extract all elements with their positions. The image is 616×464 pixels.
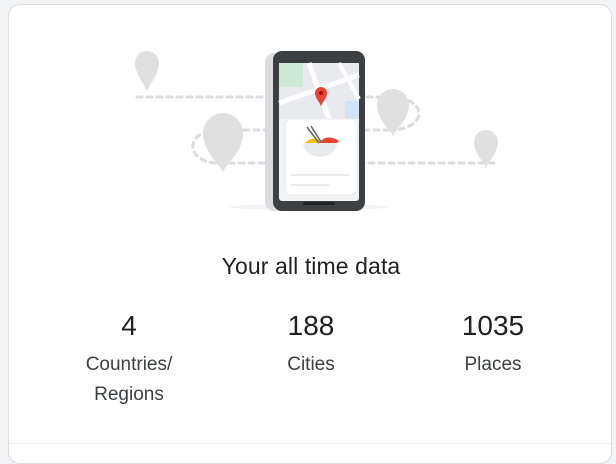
- stat-label: Places: [464, 354, 522, 375]
- stat-value: 188: [287, 310, 335, 341]
- map-pin-icon: [377, 89, 409, 137]
- stat-value: 1035: [461, 310, 525, 341]
- stat-label: Cities: [287, 354, 335, 375]
- map-pin-icon: [203, 113, 243, 173]
- all-time-data-card: Your all time data 4 Countries/ Regions …: [8, 4, 612, 464]
- stat-countries: 4 Countries/ Regions: [39, 309, 219, 410]
- stat-places: 1035 Places: [403, 309, 583, 380]
- phone-map-illustration: [135, 51, 501, 211]
- divider: [9, 443, 611, 444]
- stat-label: Countries/ Regions: [85, 354, 173, 405]
- map-pin-icon: [135, 51, 159, 93]
- stat-cities: 188 Cities: [221, 309, 401, 380]
- card-title: Your all time data: [221, 253, 401, 279]
- stat-value: 4: [121, 310, 137, 341]
- phone-icon: [265, 51, 365, 211]
